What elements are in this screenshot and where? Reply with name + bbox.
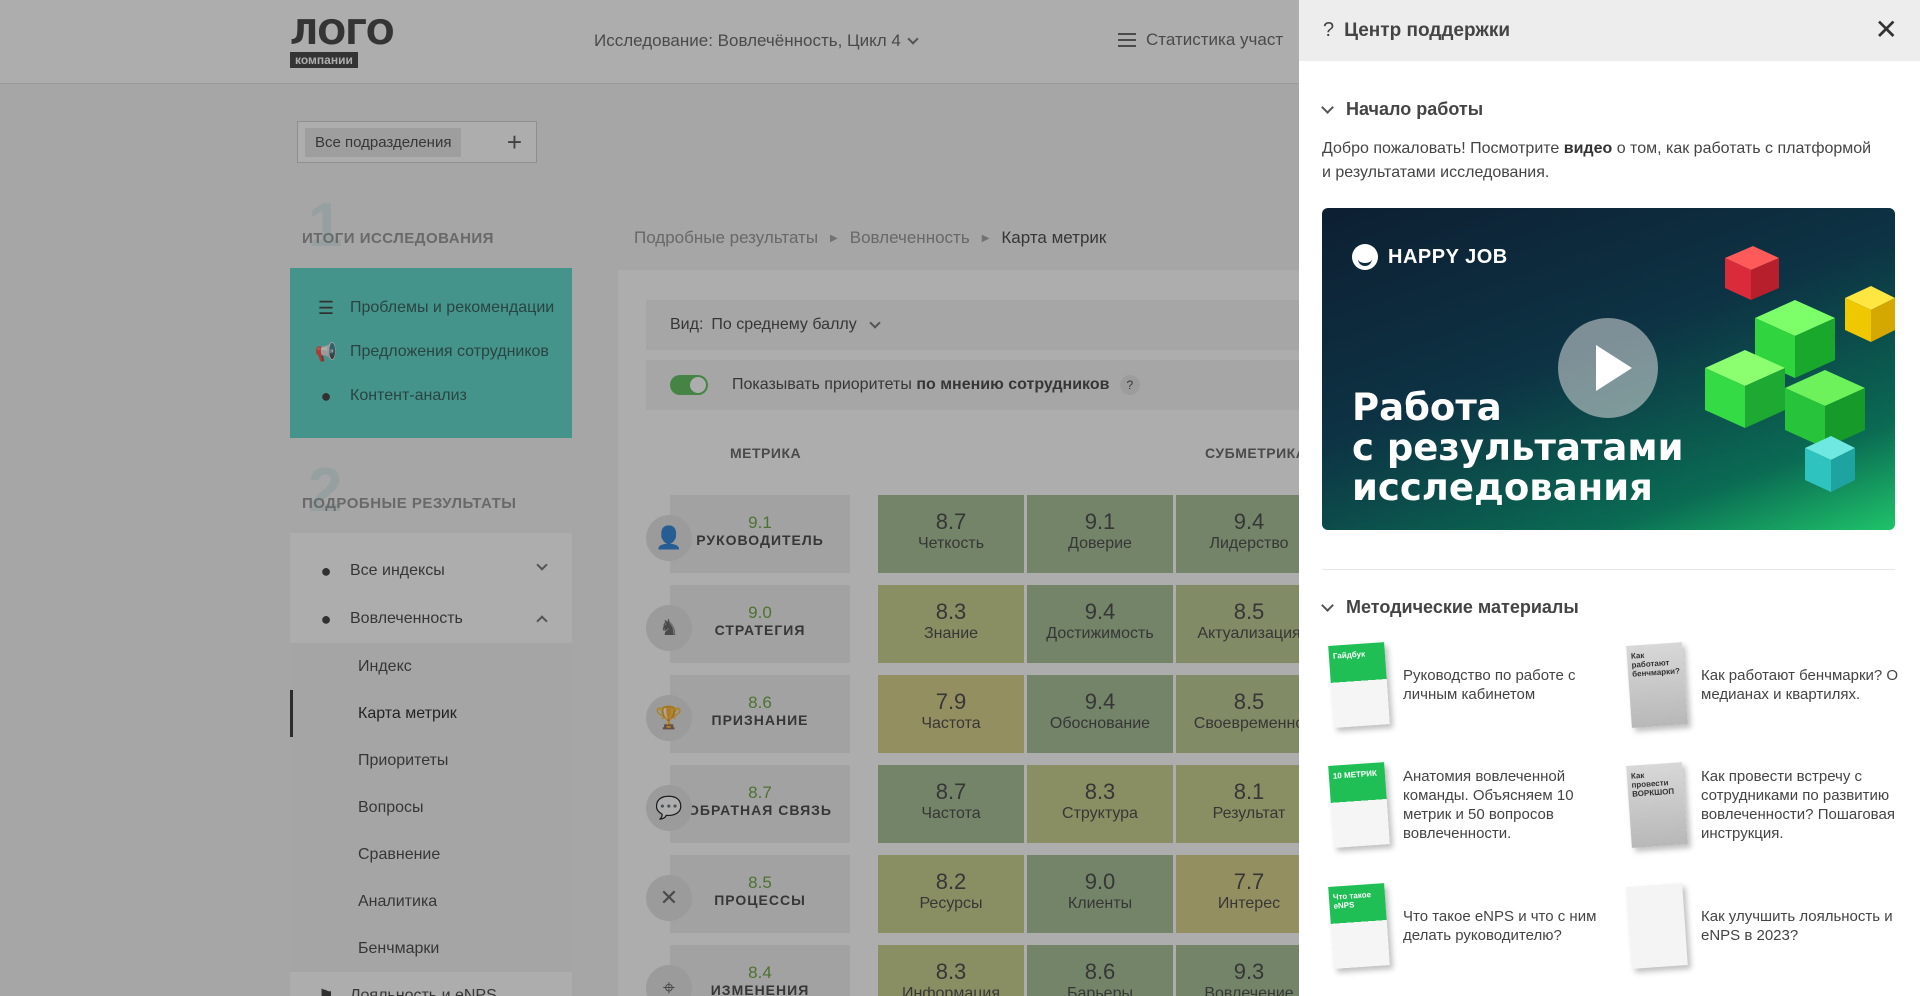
book-cover: Как работают бенчмарки? bbox=[1626, 642, 1688, 728]
material-item[interactable]: Как провести ВОРКШОП Как провести встреч… bbox=[1626, 762, 1901, 848]
book-cover-text: Как провести ВОРКШОП bbox=[1630, 770, 1675, 799]
book-cover: Что такое eNPS bbox=[1328, 883, 1390, 969]
welcome-bold: видео bbox=[1563, 140, 1613, 157]
material-title: Руководство по работе с личным кабинетом bbox=[1403, 667, 1576, 703]
material-item[interactable]: Как улучшить лояльность и eNPS в 2023? bbox=[1626, 883, 1901, 969]
chevron-down-icon bbox=[1321, 598, 1334, 612]
video-player[interactable]: HAPPY JOB Работа с результатами исследов… bbox=[1322, 208, 1895, 530]
close-icon[interactable]: ✕ bbox=[1875, 16, 1898, 44]
book-cover: Гайдбук bbox=[1328, 642, 1390, 728]
material-title: Как работают бенчмарки? О медианах и ква… bbox=[1701, 667, 1899, 703]
book-cover: Как провести ВОРКШОП bbox=[1626, 762, 1688, 848]
book-cover-text: Гайдбук bbox=[1332, 649, 1366, 661]
material-item[interactable]: Гайдбук Руководство по работе с личным к… bbox=[1328, 642, 1603, 728]
panel-title: Центр поддержки bbox=[1344, 19, 1511, 41]
play-button[interactable] bbox=[1558, 318, 1658, 418]
video-title-line: исследования bbox=[1352, 466, 1653, 509]
section-getting-started[interactable]: Начало работы bbox=[1321, 99, 1484, 120]
panel-header: ? Центр поддержки ✕ bbox=[1299, 0, 1920, 61]
welcome-pre: Добро пожаловать! Посмотрите bbox=[1322, 140, 1560, 157]
section-title: Методические материалы bbox=[1346, 597, 1579, 617]
cubes-illustration bbox=[1705, 246, 1895, 492]
book-cover-text: Что такое eNPS bbox=[1332, 890, 1372, 911]
book-cover: 10 МЕТРИК bbox=[1328, 762, 1390, 848]
book-cover bbox=[1626, 883, 1688, 969]
video-brand-text: HAPPY JOB bbox=[1388, 245, 1508, 268]
video-title-line: с результатами bbox=[1352, 426, 1684, 469]
book-cover-text: Как работают бенчмарки? bbox=[1630, 650, 1681, 679]
section-title: Начало работы bbox=[1346, 99, 1484, 119]
material-title: Как провести встречу с сотрудниками по р… bbox=[1701, 768, 1895, 842]
question-icon: ? bbox=[1323, 19, 1335, 41]
video-brand: HAPPY JOB bbox=[1352, 244, 1508, 270]
divider bbox=[1322, 569, 1895, 570]
material-title: Анатомия вовлеченной команды. Объясняем … bbox=[1403, 768, 1574, 842]
material-title: Что такое eNPS и что с ним делать руково… bbox=[1403, 908, 1597, 944]
material-title: Как улучшить лояльность и eNPS в 2023? bbox=[1701, 908, 1893, 944]
chevron-down-icon bbox=[1321, 100, 1334, 114]
section-materials[interactable]: Методические материалы bbox=[1321, 597, 1579, 618]
happy-job-logo-icon bbox=[1352, 244, 1378, 270]
material-item[interactable]: Как работают бенчмарки? Как работают бен… bbox=[1626, 642, 1901, 728]
material-item[interactable]: Что такое eNPS Что такое eNPS и что с ни… bbox=[1328, 883, 1603, 969]
book-cover-text: 10 МЕТРИК bbox=[1332, 768, 1378, 781]
material-item[interactable]: 10 МЕТРИК Анатомия вовлеченной команды. … bbox=[1328, 762, 1603, 848]
support-center-panel: ? Центр поддержки ✕ Начало работы Добро … bbox=[1299, 0, 1920, 996]
welcome-text: Добро пожаловать! Посмотрите видео о том… bbox=[1322, 137, 1882, 185]
